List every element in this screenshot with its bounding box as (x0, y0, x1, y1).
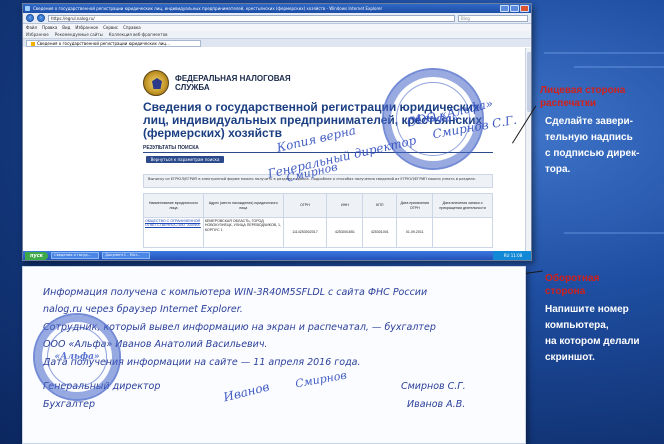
address-bar-row: ‹ › https://egrul.nalog.ru/ Bing (23, 13, 531, 24)
address-input[interactable]: https://egrul.nalog.ru/ (48, 14, 455, 22)
back-side-title: Оборотная сторона (545, 272, 599, 298)
close-button[interactable] (520, 5, 529, 12)
annotation-line: Оборотная (545, 273, 600, 284)
ie-icon (25, 6, 30, 11)
scrollbar[interactable] (525, 48, 531, 260)
annotation-line: распечатки (540, 98, 597, 109)
taskbar-item[interactable]: Документ1 - Micr... (102, 252, 151, 259)
column-header: ОГРН (282, 193, 328, 218)
favorites-link[interactable]: Коллекция веб-фрагментов (109, 31, 168, 39)
annotation-line: Сделайте завери- (545, 116, 633, 127)
favorites-button[interactable]: Избранное (26, 31, 49, 39)
scroll-thumb[interactable] (527, 52, 531, 112)
taskbar: пуск Сведения о госуд... Документ1 - Mic… (23, 251, 531, 260)
annotation-line: Лицевая сторона (540, 85, 626, 96)
table-cell: 01.09.2011 (396, 217, 434, 248)
favicon-icon (31, 41, 35, 46)
window-title: Сведения о государственной регистрации ю… (33, 6, 383, 11)
title-bar: Сведения о государственной регистрации ю… (23, 4, 531, 13)
search-input[interactable]: Bing (458, 14, 528, 22)
tab-bar: Сведения о государственной регистрации ю… (23, 39, 531, 47)
favorites-bar: Избранное Рекомендуемые сайты Коллекция … (23, 31, 531, 39)
table-cell: 4253001651 (326, 217, 364, 248)
table-cell: 1114253002017 (282, 217, 328, 248)
column-header: Адрес (место нахождения) юридического ли… (202, 193, 284, 218)
signature-accountant: Иванов (222, 379, 271, 405)
table-cell: 425301001 (362, 217, 398, 248)
table-row: ОБЩЕСТВО С ОГРАНИЧЕННОЙ ОТВЕТСТВЕННОСТЬЮ… (143, 217, 493, 248)
back-side-paper: Информация получена с компьютера WIN-3R4… (22, 266, 526, 444)
org-name: ФЕДЕРАЛЬНАЯ НАЛОГОВАЯ СЛУЖБА (175, 74, 291, 92)
role-accountant: Бухгалтер (43, 399, 96, 410)
front-side-instructions: Сделайте завери- тельную надпись с подпи… (545, 114, 639, 178)
back-line: Информация получена с компьютера WIN-3R4… (43, 287, 428, 298)
results-table: Наименование юридического лица Адрес (ме… (143, 193, 493, 248)
decor-stripe (564, 232, 664, 234)
front-side-title: Лицевая сторона распечатки (540, 84, 625, 110)
annotation-line: Напишите номер (545, 304, 629, 315)
back-to-search-button[interactable]: Вернуться к параметрам поиска (146, 156, 224, 163)
table-cell (432, 217, 493, 248)
company-stamp: «Альфа» (33, 313, 121, 401)
taskbar-item[interactable]: Сведения о госуд... (51, 252, 100, 259)
name-director: Смирнов С.Г. (401, 381, 466, 392)
column-header: Дата внесения записи о прекращении деяте… (432, 193, 493, 218)
annotation-line: сторона (545, 286, 586, 297)
fns-emblem-icon (143, 70, 169, 96)
column-header: Наименование юридического лица (143, 193, 204, 218)
favorites-link[interactable]: Рекомендуемые сайты (55, 31, 103, 39)
annotation-line: скриншот. (545, 352, 595, 363)
decor-stripe (544, 52, 664, 54)
decor-stripe (574, 66, 664, 68)
table-header-row: Наименование юридического лица Адрес (ме… (143, 193, 493, 218)
tab-label: Сведения о государственной регистрации ю… (37, 40, 170, 46)
annotation-line: с подписью дирек- (545, 148, 640, 159)
table-cell: КЕМЕРОВСКАЯ ОБЛАСТЬ, ГОРОД НОВОКУЗНЕЦК, … (202, 217, 284, 248)
annotation-line: на котором делали (545, 336, 640, 347)
minimize-button[interactable] (500, 5, 509, 12)
back-icon[interactable]: ‹ (26, 14, 34, 22)
back-side-instructions: Напишите номер компьютера, на котором де… (545, 302, 640, 366)
forward-icon[interactable]: › (37, 14, 45, 22)
system-tray-clock: RU 11:08 (493, 251, 531, 260)
column-header: КПП (362, 193, 398, 218)
signature-director: Смирнов (294, 368, 348, 391)
results-header: РЕЗУЛЬТАТЫ ПОИСКА (143, 145, 199, 151)
annotation-line: компьютера, (545, 320, 609, 331)
tab-egrul[interactable]: Сведения о государственной регистрации ю… (26, 39, 201, 47)
start-button[interactable]: пуск (25, 251, 49, 260)
annotation-line: тора. (545, 164, 571, 175)
column-header: Дата присвоения ОГРН (396, 193, 434, 218)
company-link[interactable]: ОБЩЕСТВО С ОГРАНИЧЕННОЙ ОТВЕТСТВЕННОСТЬЮ… (143, 217, 204, 248)
maximize-button[interactable] (510, 5, 519, 12)
name-accountant: Иванов А.В. (407, 399, 466, 410)
column-header: ИНН (326, 193, 364, 218)
annotation-line: тельную надпись (545, 132, 633, 143)
stamp-company: «Альфа» (54, 352, 100, 362)
